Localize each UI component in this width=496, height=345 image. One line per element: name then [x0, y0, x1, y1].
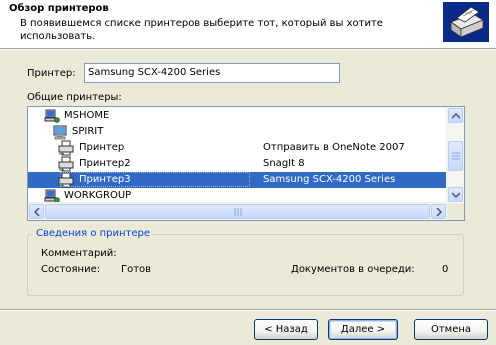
chevron-up-icon [452, 113, 460, 119]
tree-item-label: Принтер2 [79, 158, 131, 169]
computer-icon [53, 125, 67, 140]
queue-value: 0 [442, 264, 449, 275]
tree-item-spirit[interactable]: SPIRIT [28, 124, 447, 140]
next-button[interactable]: Далее > [328, 319, 398, 340]
horizontal-scroll-thumb[interactable] [45, 204, 430, 219]
tree-item-label: Принтер [79, 142, 125, 153]
vertical-scrollbar[interactable] [446, 107, 464, 203]
printer-icon [58, 140, 74, 156]
chevron-left-icon [34, 208, 40, 216]
tree-item-printer2[interactable]: Принтер2 SnagIt 8 [28, 156, 447, 172]
grip-icon [234, 208, 242, 216]
printer-label: Принтер: [27, 68, 76, 79]
wizard-header: Обзор принтеров В появившемся списке при… [0, 0, 496, 48]
shared-printers-label: Общие принтеры: [27, 92, 122, 103]
chevron-down-icon [452, 192, 460, 198]
comment-label: Комментарий: [41, 248, 117, 259]
footer-divider-highlight [0, 310, 496, 311]
scrollbar-corner [447, 203, 464, 220]
printer-input[interactable]: Samsung SCX-4200 Series [84, 63, 340, 83]
chevron-right-icon [436, 208, 442, 216]
tree-item-comment: SnagIt 8 [263, 158, 305, 169]
tree-item-comment: Samsung SCX-4200 Series [263, 174, 396, 185]
queue-label: Документов в очереди: [291, 264, 415, 275]
tree-item-comment: Отправить в OneNote 2007 [263, 142, 405, 153]
tree-item-printer3-selected[interactable]: Принтер3 Samsung SCX-4200 Series [28, 172, 447, 188]
scroll-left-button[interactable] [29, 204, 44, 219]
shared-printers-tree[interactable]: MSHOME SPIRIT Принтер Отправить в OneNot… [27, 106, 465, 221]
printer-icon [58, 156, 74, 172]
network-group-icon [44, 109, 60, 123]
header-divider-highlight [0, 49, 496, 50]
status-label: Состояние: [41, 264, 101, 275]
wizard-subtitle: В появившемся списке принтеров выберите … [20, 18, 383, 42]
back-button[interactable]: < Назад [254, 319, 318, 340]
tree-item-label: SPIRIT [72, 126, 104, 137]
wizard-title: Обзор принтеров [9, 3, 109, 14]
tree-item-mshome[interactable]: MSHOME [28, 108, 447, 124]
tree-item-label: Принтер3 [79, 174, 131, 185]
printer-info-title: Сведения о принтере [33, 228, 154, 239]
printer-wizard-icon [443, 2, 489, 42]
scroll-up-button[interactable] [448, 108, 463, 123]
scroll-right-button[interactable] [431, 204, 446, 219]
tree-item-label: MSHOME [64, 110, 110, 121]
tree-item-label: WORKGROUP [64, 190, 132, 201]
tree-item-printer[interactable]: Принтер Отправить в OneNote 2007 [28, 140, 447, 156]
horizontal-scrollbar[interactable] [28, 202, 447, 220]
grip-icon [452, 152, 460, 160]
cancel-button[interactable]: Отмена [414, 319, 488, 340]
scroll-down-button[interactable] [448, 187, 463, 202]
vertical-scroll-thumb[interactable] [448, 141, 463, 171]
status-value: Готов [121, 264, 152, 275]
